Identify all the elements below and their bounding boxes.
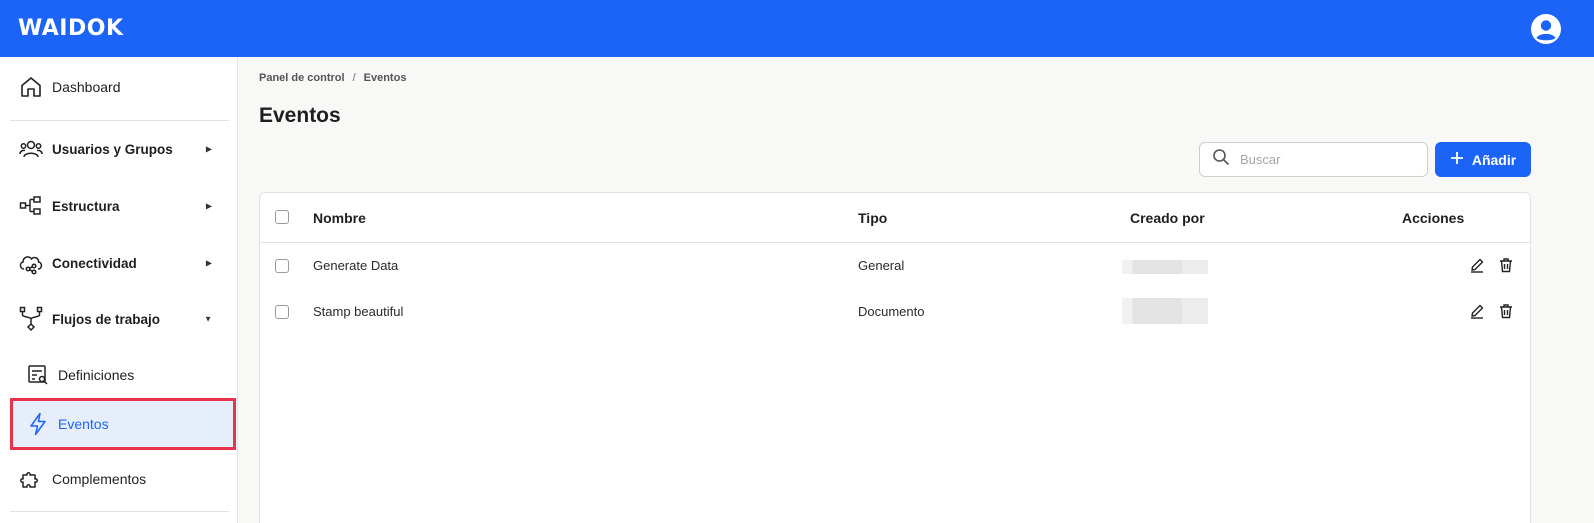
bolt-icon xyxy=(26,412,50,436)
caret-right-icon: ▶ xyxy=(205,258,212,268)
table-row[interactable]: Generate Data General xyxy=(260,243,1530,287)
sidebar-item-estructura[interactable]: Estructura ▶ xyxy=(0,191,238,221)
sidebar-item-label: Eventos xyxy=(58,416,109,432)
add-button-label: Añadir xyxy=(1471,151,1517,168)
sidebar-item-label: Usuarios y Grupos xyxy=(52,141,173,157)
caret-down-icon: ▼ xyxy=(204,314,212,324)
sidebar-item-conectividad[interactable]: Conectividad ▶ xyxy=(0,248,238,278)
cell-creado-por-redacted xyxy=(1122,260,1208,274)
sidebar-divider xyxy=(10,120,229,121)
column-header-acciones: Acciones xyxy=(1402,210,1465,226)
cell-nombre: Generate Data xyxy=(313,258,399,273)
search-input[interactable] xyxy=(1240,152,1410,167)
caret-right-icon: ▶ xyxy=(205,144,212,154)
caret-right-icon: ▶ xyxy=(205,201,212,211)
cloud-share-icon xyxy=(18,250,44,276)
cell-tipo: Documento xyxy=(858,304,925,319)
column-header-creado-por[interactable]: Creado por xyxy=(1130,210,1205,226)
add-button[interactable]: Añadir xyxy=(1435,142,1531,177)
cell-nombre: Stamp beautiful xyxy=(313,304,404,319)
sidebar-item-usuarios-y-grupos[interactable]: Usuarios y Grupos ▶ xyxy=(0,134,238,164)
sidebar-item-complementos[interactable]: Complementos xyxy=(0,464,238,494)
sidebar-item-label: Definiciones xyxy=(58,367,135,383)
edit-icon[interactable] xyxy=(1468,256,1486,274)
edit-icon[interactable] xyxy=(1468,302,1486,320)
puzzle-icon xyxy=(18,466,44,492)
sidebar-item-label: Conectividad xyxy=(52,255,137,271)
delete-icon[interactable] xyxy=(1497,302,1515,320)
users-icon xyxy=(18,136,44,162)
column-header-tipo[interactable]: Tipo xyxy=(858,210,887,226)
events-table: Nombre Tipo Creado por Acciones Generate… xyxy=(259,192,1531,523)
sidebar-item-label: Dashboard xyxy=(52,79,121,95)
search-icon xyxy=(1212,148,1230,171)
sidebar-divider xyxy=(10,511,229,512)
breadcrumb-item-current: Eventos xyxy=(363,72,407,84)
breadcrumb-item-panel[interactable]: Panel de control xyxy=(259,72,345,84)
definitions-icon xyxy=(26,363,50,387)
cell-creado-por-redacted xyxy=(1122,298,1208,324)
sidebar-subitem-definiciones[interactable]: Definiciones xyxy=(12,359,234,391)
top-bar: WAIDOK xyxy=(0,0,1594,57)
sidebar-item-label: Complementos xyxy=(52,471,147,487)
delete-icon[interactable] xyxy=(1497,256,1515,274)
breadcrumb-separator: / xyxy=(352,72,356,84)
sidebar-item-dashboard[interactable]: Dashboard xyxy=(0,72,238,102)
column-header-nombre[interactable]: Nombre xyxy=(313,210,366,226)
page-scrollbar[interactable] xyxy=(1568,57,1594,523)
row-checkbox[interactable] xyxy=(275,305,289,319)
home-icon xyxy=(18,74,44,100)
breadcrumb: Panel de control / Eventos xyxy=(259,72,406,84)
sidebar-item-label: Estructura xyxy=(52,198,120,214)
row-checkbox[interactable] xyxy=(275,259,289,273)
user-avatar-icon[interactable] xyxy=(1530,13,1562,45)
table-header: Nombre Tipo Creado por Acciones xyxy=(260,193,1530,243)
page-title: Eventos xyxy=(259,104,341,127)
plus-icon xyxy=(1450,151,1464,168)
app-logo[interactable]: WAIDOK xyxy=(18,16,124,41)
cell-tipo: General xyxy=(858,258,905,273)
sidebar-item-flujos-de-trabajo[interactable]: Flujos de trabajo ▼ xyxy=(0,304,238,334)
workflow-icon xyxy=(18,306,44,332)
search-box[interactable] xyxy=(1199,142,1428,177)
select-all-checkbox[interactable] xyxy=(275,210,289,224)
sidebar: Dashboard Usuarios y Grupos ▶ Estructura… xyxy=(0,57,238,523)
sidebar-item-label: Flujos de trabajo xyxy=(52,311,161,327)
structure-icon xyxy=(18,193,44,219)
sidebar-subitem-eventos[interactable]: Eventos xyxy=(10,398,236,450)
table-row[interactable]: Stamp beautiful Documento xyxy=(260,289,1530,333)
